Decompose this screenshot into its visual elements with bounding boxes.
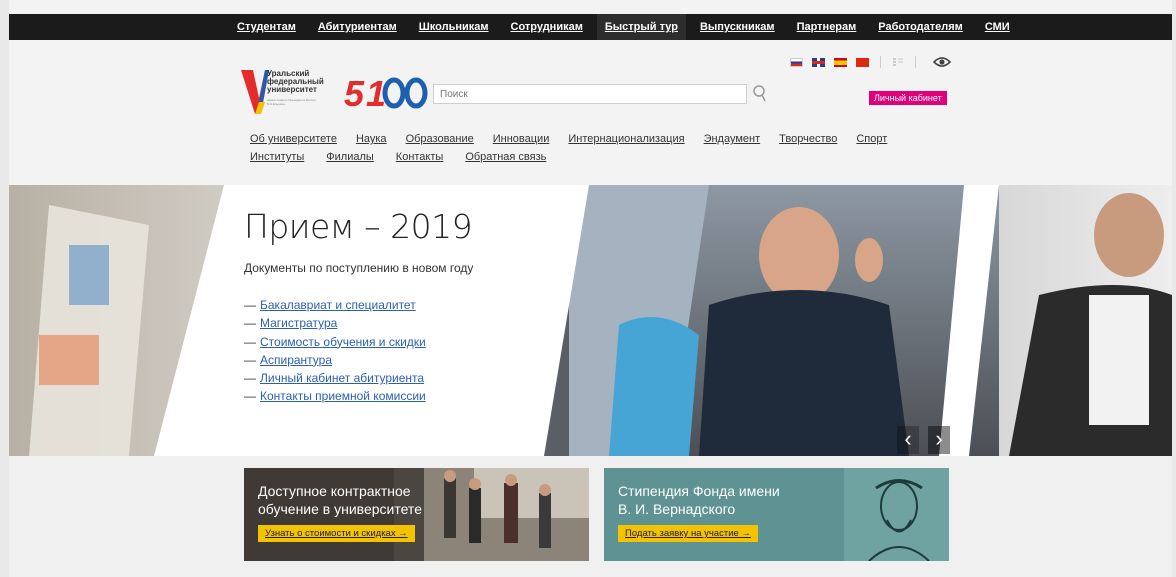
topnav-partners[interactable]: Партнерам [797, 14, 857, 40]
nav-contacts[interactable]: Контакты [396, 151, 444, 163]
divider [915, 56, 916, 68]
nav-sport[interactable]: Спорт [856, 133, 887, 145]
logo-wordmark: Уральский федеральный университет [267, 70, 324, 94]
list-item: — Аспирантура [244, 352, 333, 367]
promo-title-line-2: обучение в университете [258, 501, 422, 517]
svg-text:5: 5 [344, 73, 365, 112]
svg-text:1: 1 [366, 73, 385, 112]
main-nav-row-1: Об университете Наука Образование Иннова… [250, 133, 970, 145]
eye-icon[interactable] [933, 56, 951, 68]
topnav-employers[interactable]: Работодателям [878, 14, 963, 40]
main-nav-row-2: Институты Филиалы Контакты Обратная связ… [250, 151, 970, 163]
nav-education[interactable]: Образование [406, 133, 474, 145]
search-input[interactable] [433, 84, 747, 104]
hero-slider: Прием – 2019 Документы по поступлению в … [9, 185, 1172, 456]
nav-innovations[interactable]: Инновации [493, 133, 550, 145]
list-item: — Бакалавриат и специалитет [244, 298, 416, 312]
site-header: Уральский федеральный университет имени … [9, 40, 1172, 185]
sitemap-icon[interactable] [892, 57, 904, 67]
logo-subtitle: имени первого Президента России Б.Н.Ельц… [267, 98, 316, 106]
topnav-alumni[interactable]: Выпускникам [700, 14, 775, 40]
nav-endowment[interactable]: Эндаумент [704, 133, 761, 145]
main-navigation: Об университете Наука Образование Иннова… [250, 133, 970, 169]
nav-creativity[interactable]: Творчество [779, 133, 837, 145]
slider-prev-button[interactable]: ‹ [897, 426, 919, 454]
logo-line-3: университет [267, 85, 317, 94]
language-switcher [790, 56, 951, 68]
promo-card-tuition[interactable]: Доступное контрактное обучение в универс… [244, 468, 589, 561]
nav-internationalization[interactable]: Интернационализация [568, 133, 684, 145]
personal-cabinet-button[interactable]: Личный кабинет [869, 91, 947, 105]
list-item: — Контакты приемной комиссии [244, 389, 426, 404]
promo-card-scholarship[interactable]: Стипендия Фонда имени В. И. Вернадского … [604, 468, 949, 561]
promo-title-line-1: Доступное контрактное [258, 483, 411, 499]
nav-about[interactable]: Об университете [250, 133, 337, 145]
flag-ru-icon[interactable] [790, 57, 803, 67]
search-icon[interactable] [753, 85, 767, 103]
link-admission-contacts[interactable]: Контакты приемной комиссии [260, 389, 426, 403]
promo-title: Доступное контрактное обучение в универс… [258, 482, 422, 518]
topnav-students[interactable]: Студентам [237, 14, 296, 40]
hero-background-photo [9, 185, 1172, 456]
nav-feedback[interactable]: Обратная связь [465, 151, 546, 163]
program-5100-logo-icon[interactable]: 5 1 [342, 70, 432, 112]
slider-next-button[interactable]: › [928, 426, 950, 454]
promo-section: Доступное контрактное обучение в универс… [9, 456, 1172, 577]
link-applicant-cabinet[interactable]: Личный кабинет абитуриента [260, 371, 424, 385]
apply-button[interactable]: Подать заявку на участие → [618, 525, 758, 542]
promo-title: Стипендия Фонда имени В. И. Вернадского [618, 482, 780, 518]
list-item: — Магистратура [244, 316, 338, 331]
list-item: — Личный кабинет абитуриента [244, 371, 425, 386]
topnav-staff[interactable]: Сотрудникам [511, 14, 583, 40]
tuition-info-button[interactable]: Узнать о стоимости и скидках → [258, 525, 415, 542]
link-tuition[interactable]: Стоимость обучения и скидки [260, 335, 426, 349]
hero-title: Прием – 2019 [244, 207, 473, 246]
promo-title-line-1: Стипендия Фонда имени [618, 483, 780, 499]
flag-en-icon[interactable] [812, 57, 825, 67]
top-navigation-bar: Студентам Абитуриентам Школьникам Сотруд… [9, 14, 1172, 40]
link-master[interactable]: Магистратура [260, 316, 337, 330]
nav-science[interactable]: Наука [356, 133, 387, 145]
topnav-applicants[interactable]: Абитуриентам [318, 14, 397, 40]
list-item: — Стоимость обучения и скидки [244, 334, 426, 349]
flag-cn-icon[interactable] [856, 57, 869, 67]
flag-es-icon[interactable] [834, 57, 847, 67]
divider [880, 56, 881, 68]
audience-nav: Студентам Абитуриентам Школьникам Сотруд… [237, 14, 1032, 40]
hero-subtitle: Документы по поступлению в новом году [244, 261, 474, 275]
topnav-quick-tour[interactable]: Быстрый тур [596, 14, 686, 40]
nav-institutes[interactable]: Институты [250, 151, 304, 163]
link-bachelor[interactable]: Бакалавриат и специалитет [260, 298, 416, 312]
link-phd[interactable]: Аспирантура [260, 353, 332, 367]
hero-links-list: — Бакалавриат и специалитет — Магистратура… [244, 296, 426, 406]
topnav-media[interactable]: СМИ [985, 14, 1010, 40]
topnav-schoolchildren[interactable]: Школьникам [419, 14, 489, 40]
promo-title-line-2: В. И. Вернадского [618, 501, 736, 517]
nav-branches[interactable]: Филиалы [326, 151, 374, 163]
